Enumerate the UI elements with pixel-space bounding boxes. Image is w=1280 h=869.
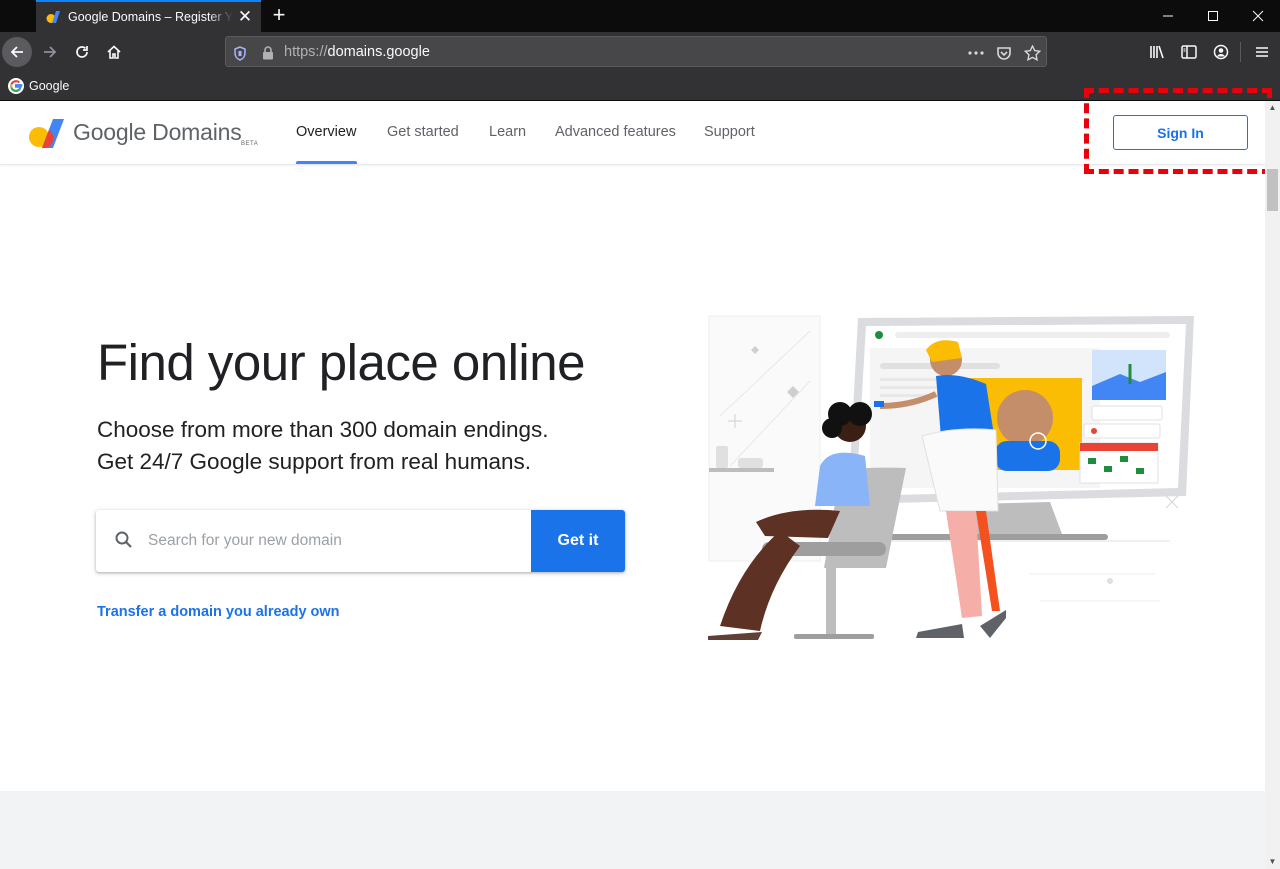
lock-icon[interactable] [258, 43, 278, 63]
active-tab-indicator [296, 161, 357, 164]
back-icon [10, 46, 23, 58]
maximize-button[interactable] [1190, 0, 1236, 32]
minimize-button[interactable] [1145, 0, 1191, 32]
star-icon[interactable] [1022, 43, 1042, 63]
shield-icon[interactable] [230, 43, 250, 63]
account-button[interactable] [1206, 36, 1236, 68]
pocket-icon[interactable] [994, 43, 1014, 63]
hero-title: Find your place online [97, 334, 585, 391]
home-icon [107, 45, 121, 59]
page-content: Google Domains BETA Overview Get started… [0, 101, 1265, 869]
account-icon [1213, 44, 1229, 60]
maximize-icon [1208, 11, 1218, 21]
google-domains-favicon [46, 11, 60, 23]
tab-title: Google Domains – Register Your Domain Na… [68, 10, 233, 24]
search-icon [115, 531, 132, 548]
nav-learn[interactable]: Learn [489, 124, 526, 140]
close-icon [1252, 10, 1264, 22]
bookmark-label: Google [29, 79, 70, 93]
reload-button[interactable] [67, 36, 97, 68]
menu-icon [1256, 47, 1268, 57]
reload-icon [76, 46, 88, 58]
menu-button[interactable] [1247, 36, 1277, 68]
beta-badge: BETA [241, 141, 259, 147]
scroll-up-icon[interactable]: ▲ [1265, 101, 1280, 115]
transfer-domain-link[interactable]: Transfer a domain you already own [97, 604, 340, 620]
google-domains-logo-icon[interactable] [28, 117, 64, 149]
nav-get-started[interactable]: Get started [387, 124, 459, 140]
more-icon[interactable] [966, 43, 986, 63]
scrollbar-thumb[interactable] [1267, 169, 1278, 211]
home-button[interactable] [99, 36, 129, 68]
hero-subtitle-line-1: Choose from more than 300 domain endings… [97, 417, 549, 442]
back-button[interactable] [2, 37, 32, 67]
sign-in-highlight-box [1084, 88, 1272, 174]
forward-button[interactable] [35, 36, 65, 68]
logo-text[interactable]: Google Domains [73, 119, 242, 146]
url-text[interactable]: https://domains.google [284, 44, 430, 60]
domain-search-box: Get it [96, 510, 625, 572]
page-scrollbar[interactable]: ▲ ▼ [1265, 101, 1280, 869]
url-scheme: https:// [284, 44, 328, 60]
new-tab-button[interactable]: + [266, 2, 292, 30]
nav-overview[interactable]: Overview [296, 124, 356, 140]
scroll-down-icon[interactable]: ▼ [1265, 855, 1280, 869]
nav-advanced-features[interactable]: Advanced features [555, 124, 676, 140]
url-host: domains.google [327, 44, 430, 60]
browser-toolbar: https://domains.google [0, 32, 1280, 72]
sidebar-button[interactable] [1174, 36, 1204, 68]
close-window-button[interactable] [1235, 0, 1280, 32]
browser-tab-bar: Google Domains – Register Your Domain Na… [0, 0, 1280, 32]
get-it-button[interactable]: Get it [531, 510, 625, 572]
domain-search-input[interactable] [146, 522, 516, 560]
bookmark-google[interactable]: Google [8, 78, 69, 94]
sidebar-icon [1181, 45, 1197, 59]
toolbar-divider [1240, 42, 1241, 62]
url-bar[interactable]: https://domains.google [225, 36, 1047, 67]
site-header: Google Domains BETA Overview Get started… [0, 101, 1265, 165]
browser-tab[interactable]: Google Domains – Register Your Domain Na… [36, 0, 261, 32]
google-g-icon [8, 78, 24, 94]
hero-illustration [708, 315, 1194, 640]
library-button[interactable] [1142, 36, 1172, 68]
forward-icon [44, 46, 57, 58]
minimize-icon [1163, 15, 1173, 17]
nav-support[interactable]: Support [704, 124, 755, 140]
footer-band [0, 791, 1265, 869]
hero-subtitle-line-2: Get 24/7 Google support from real humans… [97, 449, 531, 474]
library-icon [1150, 45, 1164, 59]
tab-close-icon[interactable]: ✕ [237, 8, 253, 26]
